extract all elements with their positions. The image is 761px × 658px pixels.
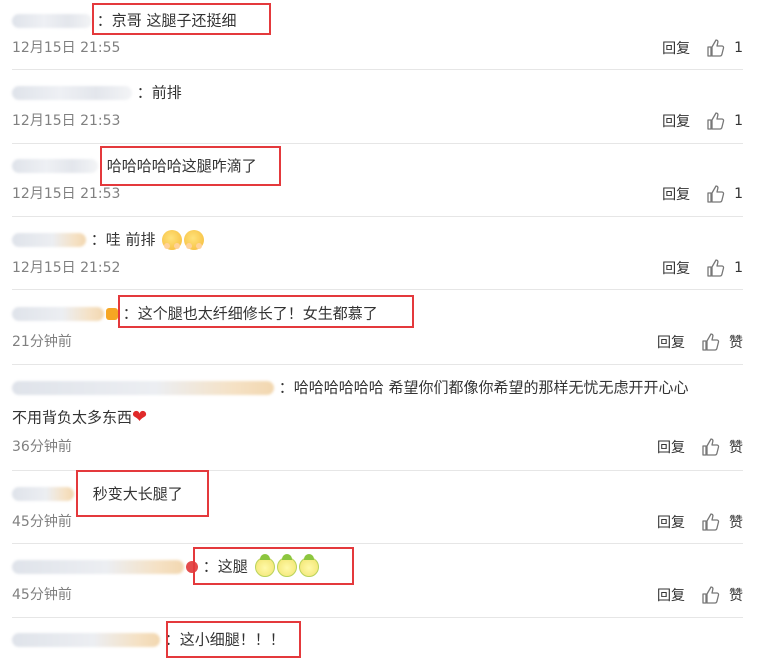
reply-button[interactable]: 回复 xyxy=(662,258,690,278)
reply-button[interactable]: 回复 xyxy=(657,332,685,352)
comment-text: ：这小细腿！！！ xyxy=(164,630,285,649)
sprout-emoji-icon xyxy=(276,553,297,577)
comment-item: ：这个腿也太纤细修长了！女生都慕了 21分钟前 回复 赞 xyxy=(12,302,743,354)
thumbs-up-icon xyxy=(702,513,720,531)
like-button[interactable]: 1 xyxy=(706,258,743,278)
comment-item: ：哇 前排 12月15日 21:52 回复 1 xyxy=(12,228,743,280)
username-blurred[interactable] xyxy=(12,306,104,321)
username-blurred[interactable] xyxy=(12,380,274,395)
like-button[interactable]: 1 xyxy=(706,184,743,204)
sprout-emoji-icon xyxy=(298,553,319,577)
like-count: 1 xyxy=(734,113,743,129)
username-blurred[interactable] xyxy=(12,13,92,28)
reply-button[interactable]: 回复 xyxy=(657,437,685,457)
reply-button[interactable]: 回复 xyxy=(662,38,690,58)
thumbs-up-icon xyxy=(707,259,725,277)
comment-text-continued: 不用背负太多东西 xyxy=(12,408,133,427)
timestamp: 21分钟前 xyxy=(12,334,72,350)
divider xyxy=(12,69,743,70)
like-button[interactable]: 赞 xyxy=(701,512,743,532)
timestamp: 12月15日 21:53 xyxy=(12,113,121,129)
sprout-emoji-icon xyxy=(254,553,275,577)
hug-emoji-icon xyxy=(162,229,183,250)
thumbs-up-icon xyxy=(702,586,720,604)
timestamp: 45分钟前 xyxy=(12,514,72,530)
like-button[interactable]: 赞 xyxy=(701,437,743,457)
thumbs-up-icon xyxy=(702,333,720,351)
comment-meta: 12月15日 21:55 回复 1 xyxy=(12,38,743,58)
comment-item: ：哈哈哈哈哈哈 希望你们都像你希望的那样无忧无虑开开心心 不用背负太多东西❤ 3… xyxy=(12,376,743,460)
timestamp: 12月15日 21:52 xyxy=(12,260,121,276)
like-label: 赞 xyxy=(729,515,743,531)
username-blurred[interactable] xyxy=(12,85,132,100)
comment-text: 秒变大长腿了 xyxy=(92,484,183,503)
comment-text: ：前排 xyxy=(136,83,182,102)
divider xyxy=(12,617,743,618)
comment-text: ：京哥 这腿子还挺细 xyxy=(96,11,237,30)
timestamp: 12月15日 21:55 xyxy=(12,40,121,56)
reply-button[interactable]: 回复 xyxy=(662,111,690,131)
username-blurred[interactable] xyxy=(12,232,86,247)
comment-item: ：这腿 45分钟前 回复 赞 xyxy=(12,553,743,607)
comment-item: ：前排 12月15日 21:53 回复 1 xyxy=(12,81,743,133)
comment-item: 秒变大长腿了 45分钟前 回复 赞 xyxy=(12,482,743,534)
username-blurred[interactable] xyxy=(12,158,98,173)
username-blurred[interactable] xyxy=(12,486,74,501)
reply-button[interactable]: 回复 xyxy=(657,512,685,532)
like-button[interactable]: 1 xyxy=(706,111,743,131)
divider xyxy=(12,289,743,290)
comment-text: ：这腿 xyxy=(202,557,248,576)
divider xyxy=(12,216,743,217)
divider xyxy=(12,364,743,365)
comment-text: 哈哈哈哈哈这腿咋滴了 xyxy=(106,156,257,175)
timestamp: 36分钟前 xyxy=(12,439,72,455)
divider xyxy=(12,470,743,471)
like-count: 1 xyxy=(734,40,743,56)
like-count: 1 xyxy=(734,186,743,202)
thumbs-up-icon xyxy=(707,39,725,57)
heart-emoji-icon: ❤ xyxy=(132,406,148,428)
thumbs-up-icon xyxy=(702,438,720,456)
timestamp: 45分钟前 xyxy=(12,587,72,603)
reply-button[interactable]: 回复 xyxy=(662,184,690,204)
comment-item: ：这小细腿！！！ xyxy=(12,628,743,658)
badge-icon xyxy=(186,560,198,573)
comment-text: ：哈哈哈哈哈哈 希望你们都像你希望的那样无忧无虑开开心心 xyxy=(278,378,689,397)
thumbs-up-icon xyxy=(707,112,725,130)
comment-text: ：这个腿也太纤细修长了！女生都慕了 xyxy=(122,304,378,323)
username-blurred[interactable] xyxy=(12,632,160,647)
comment-text: ：哇 前排 xyxy=(90,230,156,249)
like-button[interactable]: 1 xyxy=(706,38,743,58)
comment-item: 哈哈哈哈哈这腿咋滴了 12月15日 21:53 回复 1 xyxy=(12,154,743,206)
comment-item: ：京哥 这腿子还挺细 12月15日 21:55 回复 1 xyxy=(12,8,743,60)
like-label: 赞 xyxy=(729,588,743,604)
reply-button[interactable]: 回复 xyxy=(657,585,685,605)
divider xyxy=(12,543,743,544)
like-button[interactable]: 赞 xyxy=(701,585,743,605)
like-button[interactable]: 赞 xyxy=(701,332,743,352)
like-label: 赞 xyxy=(729,335,743,351)
thumbs-up-icon xyxy=(707,185,725,203)
divider xyxy=(12,143,743,144)
hug-emoji-icon xyxy=(184,229,205,250)
like-count: 1 xyxy=(734,260,743,276)
vip-badge-icon xyxy=(106,307,118,320)
username-blurred[interactable] xyxy=(12,559,184,574)
timestamp: 12月15日 21:53 xyxy=(12,186,121,202)
like-label: 赞 xyxy=(729,440,743,456)
